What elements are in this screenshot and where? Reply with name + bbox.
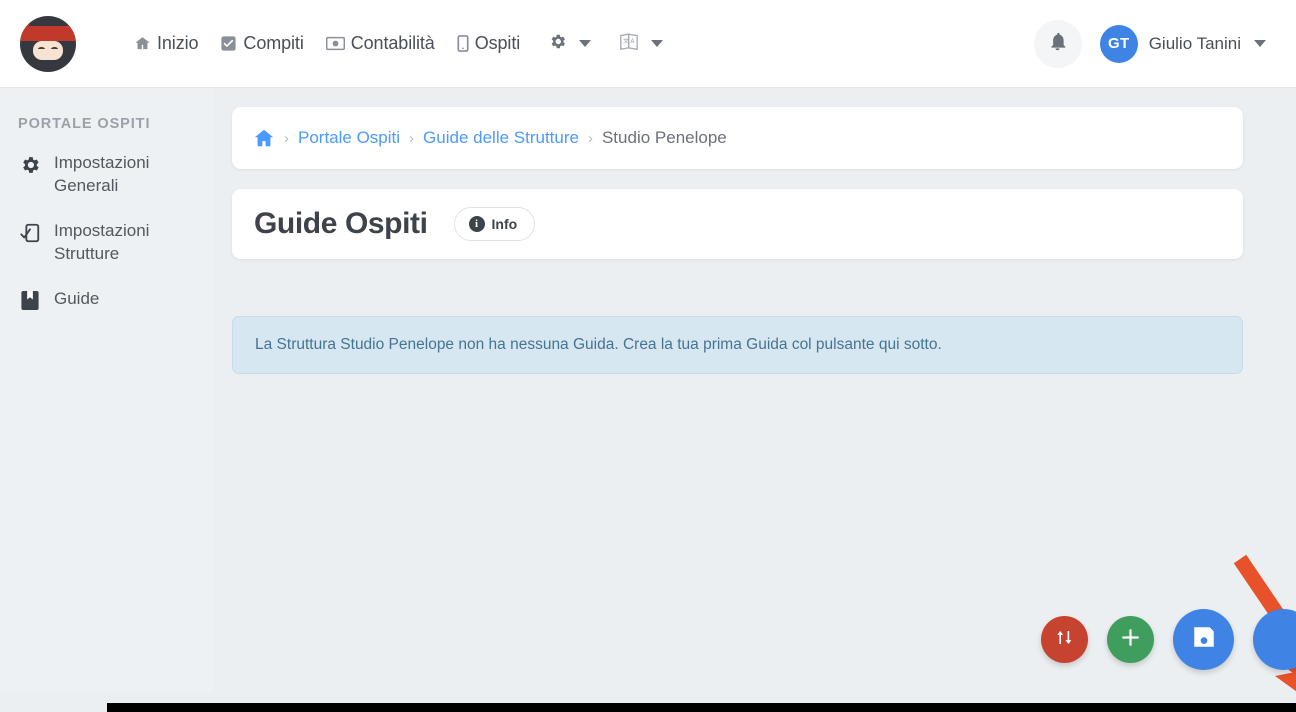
add-guide-fab[interactable]	[1107, 616, 1154, 663]
page-title-card: Guide Ospiti i Info	[232, 189, 1243, 259]
extra-fab[interactable]	[1253, 609, 1296, 670]
ninja-logo-icon	[20, 16, 76, 72]
sidebar-item-impostazioni-strutture[interactable]: Impostazioni Strutture	[18, 220, 213, 266]
username-label: Giulio Tanini	[1149, 34, 1241, 54]
floppy-disk-icon	[1191, 624, 1217, 655]
nav-item-contabilita-label: Contabilità	[351, 33, 435, 54]
gear-icon	[18, 152, 42, 176]
money-bill-icon	[326, 36, 345, 51]
breadcrumb-item-guide-delle-strutture[interactable]: Guide delle Strutture	[423, 128, 579, 148]
breadcrumb-item-current: Studio Penelope	[602, 128, 727, 148]
sidebar-item-guide[interactable]: Guide	[18, 288, 213, 311]
nav-item-compiti[interactable]: Compiti	[220, 33, 303, 54]
settings-caret-down-icon[interactable]	[579, 40, 591, 47]
home-icon[interactable]	[253, 127, 275, 149]
sidebar-item-guide-label: Guide	[54, 288, 99, 311]
page-title: Guide Ospiti	[254, 207, 428, 241]
brand-logo[interactable]	[0, 16, 96, 72]
notifications-button[interactable]	[1034, 20, 1082, 68]
main-content: › Portale Ospiti › Guide delle Strutture…	[213, 88, 1296, 692]
settings-menu[interactable]	[548, 32, 591, 56]
device-check-icon	[18, 220, 42, 244]
sidebar-item-impostazioni-strutture-label: Impostazioni Strutture	[54, 220, 174, 266]
sort-fab[interactable]	[1041, 616, 1088, 663]
bottom-bar	[107, 703, 1296, 712]
empty-state-alert: La Struttura Studio Penelope non ha ness…	[232, 316, 1243, 374]
top-navbar: Inizio Compiti Contabilità Ospiti	[0, 0, 1296, 88]
nav-item-inizio-label: Inizio	[157, 33, 198, 54]
svg-text:A: A	[631, 38, 635, 44]
bookmark-icon	[18, 288, 42, 311]
nav-item-inizio[interactable]: Inizio	[134, 33, 198, 54]
user-caret-down-icon[interactable]	[1254, 40, 1266, 47]
breadcrumb: › Portale Ospiti › Guide delle Strutture…	[253, 127, 727, 149]
floating-action-buttons	[1041, 609, 1296, 670]
breadcrumb-card: › Portale Ospiti › Guide delle Strutture…	[232, 107, 1243, 169]
info-button[interactable]: i Info	[454, 207, 536, 241]
info-button-label: Info	[492, 216, 518, 232]
nav-item-contabilita[interactable]: Contabilità	[326, 33, 435, 54]
breadcrumb-separator: ›	[409, 130, 414, 147]
empty-state-alert-text: La Struttura Studio Penelope non ha ness…	[255, 336, 942, 353]
nav-item-ospiti-label: Ospiti	[475, 33, 520, 54]
breadcrumb-item-portale-ospiti[interactable]: Portale Ospiti	[298, 128, 400, 148]
gear-icon	[548, 32, 567, 56]
plus-icon	[1120, 627, 1141, 653]
nav-links: Inizio Compiti Contabilità Ospiti	[134, 32, 663, 56]
breadcrumb-separator: ›	[284, 130, 289, 147]
avatar: GT	[1100, 25, 1138, 63]
info-circle-icon: i	[469, 216, 485, 232]
nav-item-compiti-label: Compiti	[243, 33, 303, 54]
user-menu[interactable]: GT Giulio Tanini	[1100, 25, 1266, 63]
sidebar: PORTALE OSPITI Impostazioni Generali Imp…	[0, 88, 213, 692]
sidebar-item-impostazioni-generali[interactable]: Impostazioni Generali	[18, 152, 213, 198]
language-book-icon: 文A	[619, 32, 639, 56]
sort-arrows-icon	[1055, 628, 1074, 652]
breadcrumb-separator: ›	[588, 130, 593, 147]
nav-item-ospiti[interactable]: Ospiti	[457, 33, 520, 54]
mobile-device-icon	[457, 35, 469, 52]
language-menu[interactable]: 文A	[619, 32, 663, 56]
navbar-right: GT Giulio Tanini	[1034, 20, 1296, 68]
svg-text:文: 文	[623, 36, 629, 44]
checkbox-checked-icon	[220, 35, 237, 52]
home-icon	[134, 35, 151, 52]
language-caret-down-icon[interactable]	[651, 40, 663, 47]
save-fab[interactable]	[1173, 609, 1234, 670]
sidebar-title: PORTALE OSPITI	[18, 116, 213, 132]
sidebar-item-impostazioni-generali-label: Impostazioni Generali	[54, 152, 174, 198]
bell-icon	[1047, 31, 1068, 57]
